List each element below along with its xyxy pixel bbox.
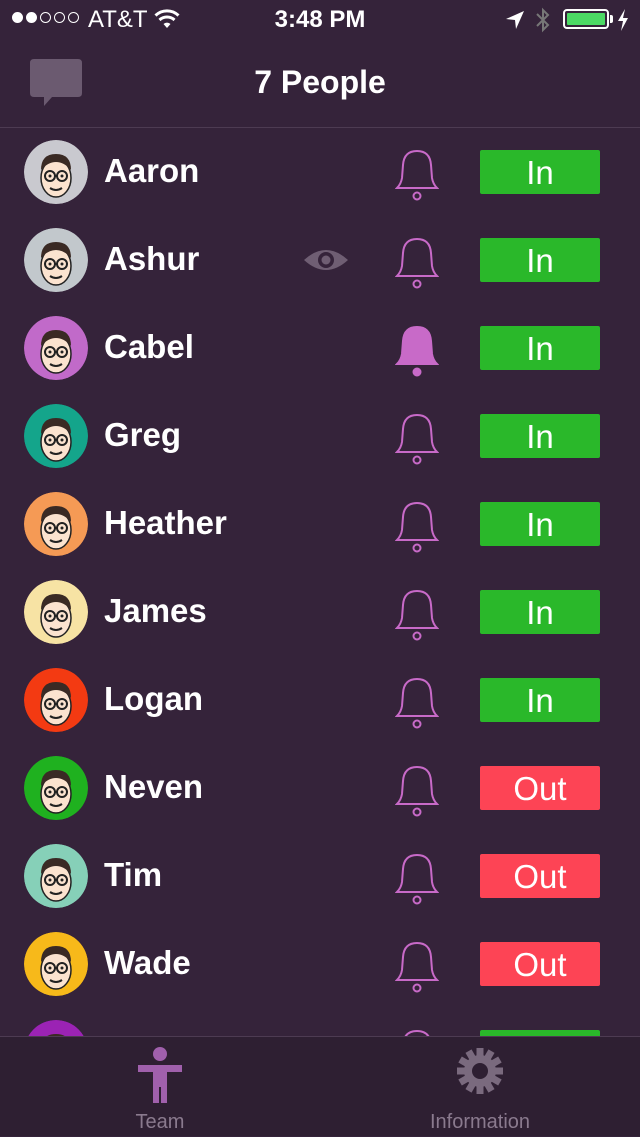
status-out-button[interactable]: Out	[480, 854, 600, 898]
nav-header: 7 People	[0, 40, 640, 128]
bell-icon[interactable]	[394, 500, 440, 559]
status-in-button[interactable]: In	[480, 414, 600, 458]
avatar	[24, 140, 88, 204]
person-name: Logan	[104, 680, 203, 717]
bell-icon[interactable]	[394, 148, 440, 207]
person-name: Neven	[104, 768, 204, 805]
bell-icon[interactable]	[394, 940, 440, 999]
tab-label-information: Information	[429, 1111, 531, 1133]
bell-icon[interactable]	[394, 764, 440, 823]
person-name: Heather	[104, 504, 227, 541]
person-row[interactable]: Greg In	[0, 392, 640, 480]
bell-icon[interactable]	[394, 676, 440, 735]
people-list[interactable]: Aaron In Ashur In Cabel In Greg In Heather In Jame…	[0, 128, 640, 1036]
status-in-button[interactable]: In	[480, 678, 600, 722]
status-out-button[interactable]: Out	[480, 942, 600, 986]
person-row[interactable]: Cabel In	[0, 304, 640, 392]
avatar	[24, 580, 88, 644]
person-row[interactable]: Aaron In	[0, 128, 640, 216]
person-name: Cabel	[104, 328, 194, 365]
person-row[interactable]: Logan In	[0, 656, 640, 744]
person-icon	[136, 1047, 184, 1110]
status-bar: AT&T 3:48 PM	[0, 0, 640, 40]
avatar	[24, 1020, 88, 1036]
status-in-button[interactable]: In	[480, 590, 600, 634]
person-row[interactable]	[0, 1008, 640, 1036]
person-row[interactable]: Wade Out	[0, 920, 640, 1008]
battery-icon	[563, 9, 609, 29]
person-row[interactable]: Tim Out	[0, 832, 640, 920]
tab-information[interactable]: Information	[320, 1037, 640, 1137]
bell-icon[interactable]	[394, 588, 440, 647]
status-in-button[interactable]: In	[480, 150, 600, 194]
person-name: Aaron	[104, 152, 200, 189]
person-row[interactable]: Heather In	[0, 480, 640, 568]
bell-active-icon[interactable]	[394, 324, 440, 383]
bell-icon[interactable]	[394, 412, 440, 471]
status-in-button[interactable]: In	[480, 238, 600, 282]
status-out-button[interactable]: Out	[480, 766, 600, 810]
tab-bar: Team Information	[0, 1036, 640, 1136]
bluetooth-icon	[534, 6, 552, 39]
person-row[interactable]: Neven Out	[0, 744, 640, 832]
person-name: Ashur	[104, 240, 200, 277]
avatar	[24, 844, 88, 908]
page-title: 7 People	[254, 64, 386, 100]
avatar	[24, 668, 88, 732]
avatar	[24, 492, 88, 556]
bell-icon[interactable]	[394, 852, 440, 911]
person-name: James	[104, 592, 207, 629]
gear-icon	[456, 1047, 504, 1100]
avatar	[24, 228, 88, 292]
bell-icon[interactable]	[394, 236, 440, 295]
tab-label-team: Team	[135, 1111, 185, 1133]
avatar	[24, 932, 88, 996]
avatar	[24, 316, 88, 380]
status-in-button[interactable]: In	[480, 502, 600, 546]
status-in-button[interactable]: In	[480, 326, 600, 370]
person-row[interactable]: Ashur In	[0, 216, 640, 304]
avatar	[24, 404, 88, 468]
battery-tip	[610, 15, 613, 23]
person-name: Tim	[104, 856, 163, 893]
eye-icon[interactable]	[302, 246, 350, 279]
person-name: Wade	[104, 944, 191, 981]
bell-icon[interactable]	[395, 1028, 439, 1036]
avatar	[24, 756, 88, 820]
person-name: Greg	[104, 416, 182, 453]
person-row[interactable]: James In	[0, 568, 640, 656]
tab-team[interactable]: Team	[0, 1037, 320, 1137]
location-arrow-icon	[504, 9, 526, 36]
charging-bolt-icon	[617, 9, 629, 36]
